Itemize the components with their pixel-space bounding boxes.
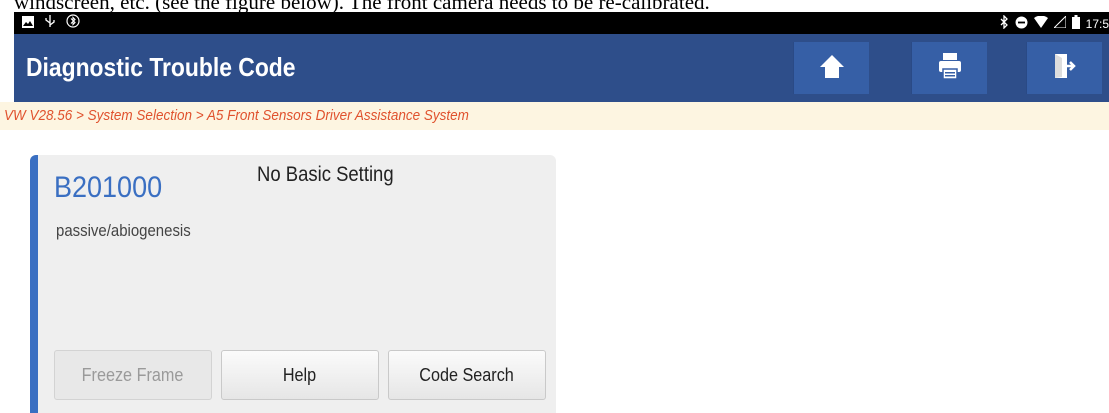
dtc-code: B201000 xyxy=(54,171,163,204)
print-button[interactable] xyxy=(911,42,987,94)
wifi-icon xyxy=(1033,15,1048,32)
status-left-icons xyxy=(22,14,80,33)
page-title: Diagnostic Trouble Code xyxy=(26,52,296,82)
status-time: 17:5 xyxy=(1085,17,1109,31)
freeze-frame-label: Freeze Frame xyxy=(82,364,184,385)
exit-icon xyxy=(1053,53,1077,84)
print-icon xyxy=(937,52,963,85)
status-bar: 17:5 xyxy=(14,12,1109,34)
breadcrumb-bar: VW V28.56 > System Selection > A5 Front … xyxy=(0,102,1109,130)
usb-icon xyxy=(44,14,56,33)
dtc-description: passive/abiogenesis xyxy=(56,221,191,240)
do-not-disturb-icon xyxy=(1015,16,1028,33)
image-icon xyxy=(22,15,34,33)
app-header: Diagnostic Trouble Code xyxy=(14,34,1109,102)
help-label: Help xyxy=(283,364,317,385)
code-search-button[interactable]: Code Search xyxy=(388,350,546,400)
bluetooth-icon xyxy=(999,14,1009,33)
breadcrumb: VW V28.56 > System Selection > A5 Front … xyxy=(4,107,469,124)
bluetooth-badge-icon xyxy=(66,14,80,33)
exit-button[interactable] xyxy=(1026,42,1102,94)
battery-icon xyxy=(1071,15,1080,33)
help-button[interactable]: Help xyxy=(221,350,379,400)
dtc-status: No Basic Setting xyxy=(257,163,394,186)
dtc-card-accent xyxy=(30,155,38,413)
code-search-label: Code Search xyxy=(419,364,515,385)
home-icon xyxy=(819,53,845,84)
home-button[interactable] xyxy=(793,42,869,94)
dtc-card: B201000 No Basic Setting passive/abiogen… xyxy=(30,155,556,413)
freeze-frame-button[interactable]: Freeze Frame xyxy=(54,350,212,400)
signal-icon xyxy=(1052,14,1067,32)
status-right-icons: 17:5 xyxy=(999,14,1109,33)
